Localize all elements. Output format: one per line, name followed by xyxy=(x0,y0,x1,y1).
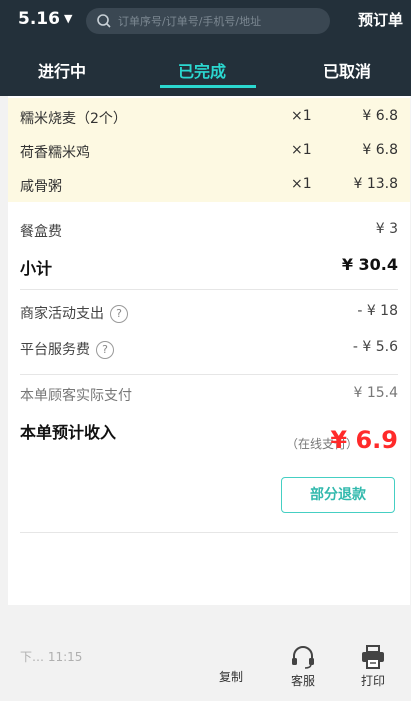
item-qty: ×1 xyxy=(291,108,312,124)
date-label: 5.16 xyxy=(18,9,60,29)
item-qty: ×1 xyxy=(291,176,312,192)
order-time: 下… 11:15 xyxy=(20,650,83,664)
subtotal-label: 小计 xyxy=(20,259,53,278)
platform-fee-label: 平台服务费 xyxy=(20,342,90,358)
search-placeholder: 订单序号/订单号/手机号/地址 xyxy=(118,15,262,28)
action-bar: 下… 11:15 复制 客服 打印 xyxy=(8,632,410,701)
merchant-promo-value: - ¥ 18 xyxy=(357,303,398,319)
item-qty: ×1 xyxy=(291,142,312,158)
customer-service-button[interactable]: 客服 xyxy=(278,644,328,689)
printer-icon xyxy=(362,645,384,669)
divider xyxy=(20,532,398,533)
tab-completed[interactable]: 已完成 xyxy=(178,58,226,82)
item-name: 荷香糯米鸡 xyxy=(20,145,90,161)
platform-fee: 平台服务费? xyxy=(20,339,114,359)
list-item: 糯米烧麦（2个） ×1 ¥ 6.8 xyxy=(8,102,410,132)
divider xyxy=(20,374,398,375)
preorder-button[interactable]: 预订单 xyxy=(358,9,403,30)
copy-button[interactable]: 复制 xyxy=(206,666,256,685)
item-name: 糯米烧麦（2个） xyxy=(20,111,127,127)
platform-fee-value: - ¥ 5.6 xyxy=(352,339,398,355)
order-detail-card: 糯米烧麦（2个） ×1 ¥ 6.8 荷香糯米鸡 ×1 ¥ 6.8 咸骨粥 ×1 … xyxy=(8,96,410,688)
partial-refund-button[interactable]: 部分退款 xyxy=(281,477,395,513)
date-selector[interactable]: 5.16 ▼ xyxy=(18,9,72,29)
item-price: ¥ 6.8 xyxy=(362,108,398,124)
print-label: 打印 xyxy=(360,674,385,688)
divider xyxy=(20,289,398,290)
merchant-promo: 商家活动支出? xyxy=(20,303,128,323)
customer-paid-label: 本单顾客实际支付 xyxy=(20,388,132,404)
top-bar: 5.16 ▼ 订单序号/订单号/手机号/地址 预订单 进行中 已完成 已取消 xyxy=(0,0,411,96)
item-price: ¥ 6.8 xyxy=(362,142,398,158)
tab-in-progress[interactable]: 进行中 xyxy=(38,58,86,82)
search-input[interactable]: 订单序号/订单号/手机号/地址 xyxy=(86,8,330,34)
help-icon[interactable]: ? xyxy=(96,341,114,359)
search-icon xyxy=(97,14,111,28)
income-value: ¥ 6.9 xyxy=(330,426,398,454)
chevron-down-icon: ▼ xyxy=(63,12,73,25)
item-price: ¥ 13.8 xyxy=(353,176,398,192)
merchant-promo-label: 商家活动支出 xyxy=(20,306,104,322)
headset-icon xyxy=(292,646,314,669)
item-name: 咸骨粥 xyxy=(20,179,62,195)
customer-paid-value: ¥ 15.4 xyxy=(353,385,398,401)
list-item: 咸骨粥 ×1 ¥ 13.8 xyxy=(8,170,410,200)
tab-cancelled[interactable]: 已取消 xyxy=(323,58,371,82)
box-fee-value: ¥ 3 xyxy=(375,221,398,237)
print-button[interactable]: 打印 xyxy=(348,644,398,689)
income-label: 本单预计收入 xyxy=(20,423,117,442)
copy-label: 复制 xyxy=(218,670,243,684)
order-items: 糯米烧麦（2个） ×1 ¥ 6.8 荷香糯米鸡 ×1 ¥ 6.8 咸骨粥 ×1 … xyxy=(8,98,410,202)
active-tab-indicator xyxy=(160,85,256,88)
help-icon[interactable]: ? xyxy=(110,305,128,323)
service-label: 客服 xyxy=(290,674,315,688)
subtotal-value: ¥ 30.4 xyxy=(341,255,398,274)
list-item: 荷香糯米鸡 ×1 ¥ 6.8 xyxy=(8,136,410,166)
box-fee-label: 餐盒费 xyxy=(20,224,62,240)
status-tabs: 进行中 已完成 已取消 xyxy=(0,48,411,96)
